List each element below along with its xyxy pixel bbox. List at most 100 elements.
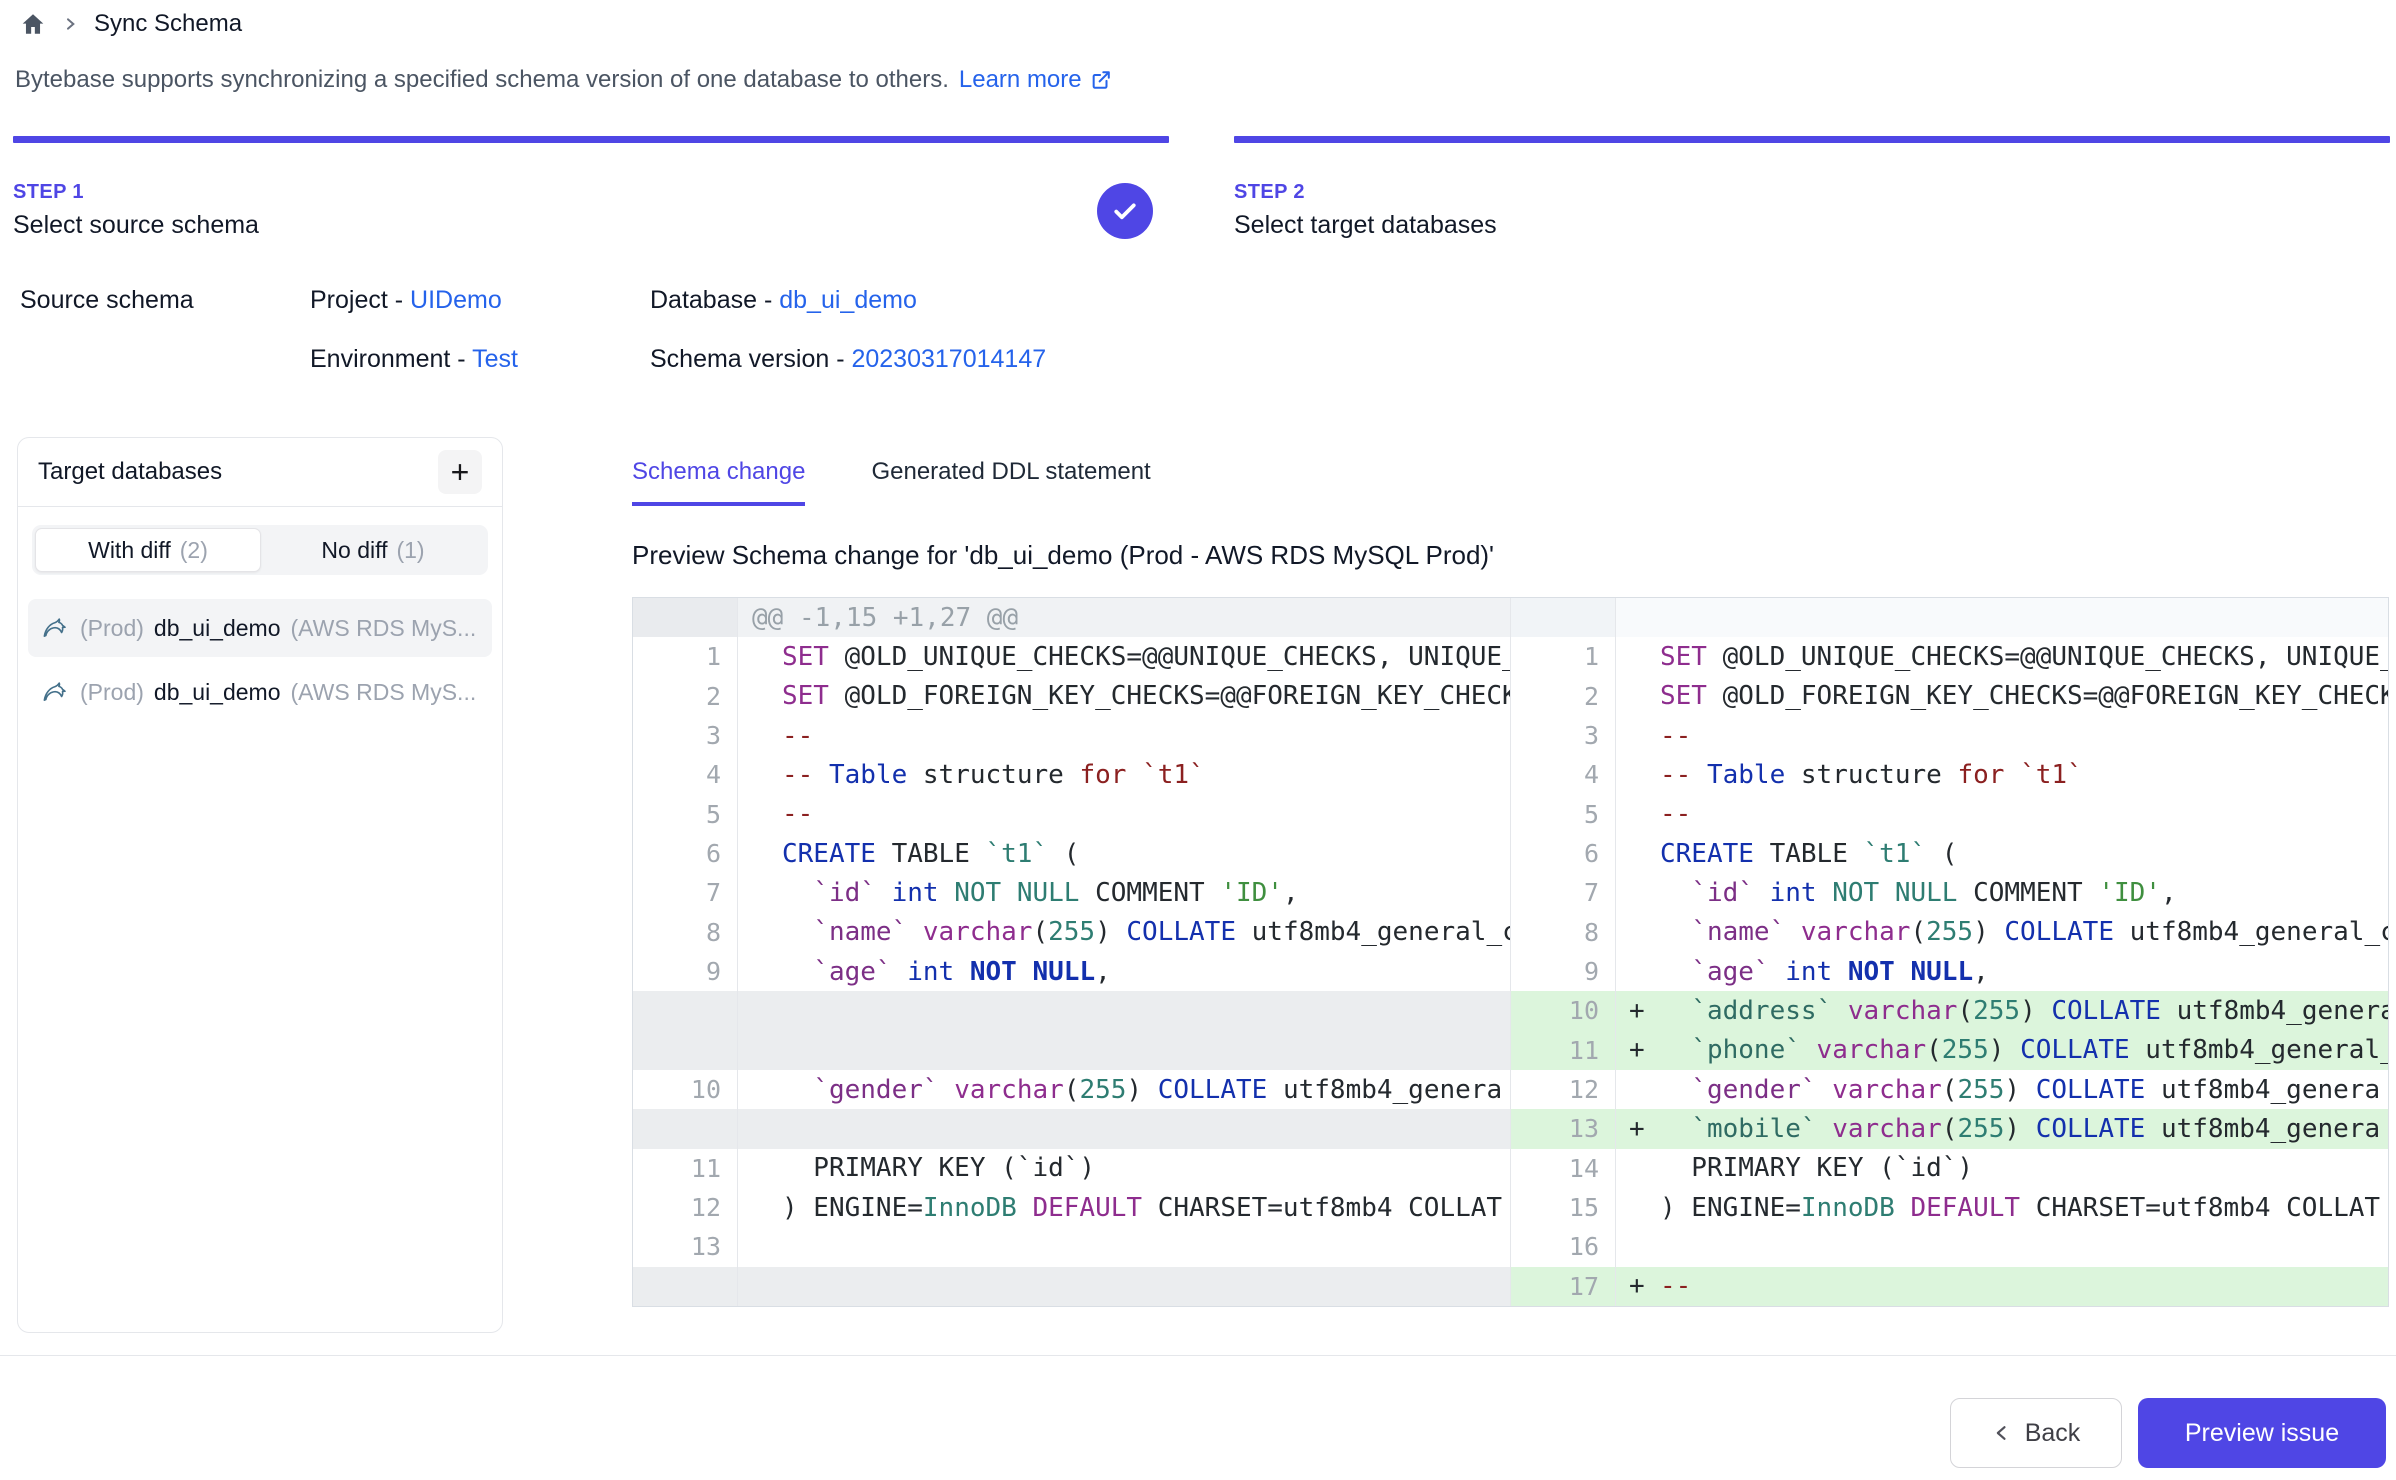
- code-line: [738, 1031, 1510, 1070]
- target-db-item[interactable]: (Prod) db_ui_demo (AWS RDS MyS...: [28, 663, 492, 721]
- intro-description: Bytebase supports synchronizing a specif…: [15, 66, 949, 94]
- code-line: --: [738, 795, 1510, 834]
- preview-issue-button[interactable]: Preview issue: [2138, 1398, 2386, 1468]
- line-number: 3: [1511, 716, 1616, 755]
- db-environment: (Prod): [80, 679, 144, 706]
- diff-right-cell: 4-- Table structure for `t1`: [1511, 755, 2388, 794]
- source-schema-label: Source schema: [20, 286, 310, 315]
- source-schema-summary: Source schema Project - UIDemo Database …: [20, 286, 1046, 374]
- schema-version-link[interactable]: 20230317014147: [851, 345, 1046, 373]
- project-link[interactable]: UIDemo: [410, 286, 502, 314]
- footer-divider: [0, 1355, 2396, 1356]
- intro-text: Bytebase supports synchronizing a specif…: [15, 66, 1112, 94]
- code-line: -- Table structure for `t1`: [738, 755, 1510, 794]
- tab-with-diff[interactable]: With diff(2): [35, 528, 261, 572]
- diff-row: 3--3--: [633, 716, 2388, 755]
- diff-row: 17+--: [633, 1267, 2388, 1306]
- code-line: `name` varchar(255) COLLATE utf8mb4_gene…: [738, 913, 1510, 952]
- step-indicator: STEP 1 Select source schema STEP 2 Selec…: [13, 136, 2390, 240]
- target-db-item[interactable]: (Prod) db_ui_demo (AWS RDS MyS...: [28, 599, 492, 657]
- external-link-icon: [1090, 69, 1112, 91]
- line-number: 14: [1511, 1149, 1616, 1188]
- code-line: --: [1616, 716, 2388, 755]
- learn-more-link[interactable]: Learn more: [959, 66, 1112, 94]
- step-2: STEP 2 Select target databases: [1234, 136, 2390, 240]
- diff-right-cell: 15) ENGINE=InnoDB DEFAULT CHARSET=utf8mb…: [1511, 1188, 2388, 1227]
- environment-link[interactable]: Test: [472, 345, 518, 373]
- code-line: `id` int NOT NULL COMMENT 'ID',: [738, 873, 1510, 912]
- code-line: `age` int NOT NULL,: [738, 952, 1510, 991]
- step-2-progress-bar: [1234, 136, 2390, 143]
- code-line: [1616, 598, 2388, 637]
- database-link[interactable]: db_ui_demo: [779, 286, 917, 314]
- code-line: -- Table structure for `t1`: [1616, 755, 2388, 794]
- line-number: 1: [1511, 637, 1616, 676]
- diff-row: 8 `name` varchar(255) COLLATE utf8mb4_ge…: [633, 913, 2388, 952]
- db-environment: (Prod): [80, 615, 144, 642]
- code-line: `name` varchar(255) COLLATE utf8mb4_gene…: [1616, 913, 2388, 952]
- diff-sign: +: [1616, 1114, 1660, 1144]
- diff-row: 1SET @OLD_UNIQUE_CHECKS=@@UNIQUE_CHECKS,…: [633, 637, 2388, 676]
- diff-right-cell: 17+--: [1511, 1267, 2388, 1306]
- add-target-database-button[interactable]: +: [438, 450, 482, 494]
- diff-left-cell: @@ -1,15 +1,27 @@: [633, 598, 1511, 637]
- line-number: 9: [1511, 952, 1616, 991]
- diff-right-cell: 6CREATE TABLE `t1` (: [1511, 834, 2388, 873]
- line-number: 7: [633, 873, 738, 912]
- breadcrumb: Sync Schema: [20, 10, 242, 38]
- diff-sign: +: [1616, 996, 1660, 1026]
- diff-right-cell: 16: [1511, 1227, 2388, 1266]
- code-line: + `mobile` varchar(255) COLLATE utf8mb4_…: [1616, 1109, 2388, 1148]
- diff-left-cell: 10 `gender` varchar(255) COLLATE utf8mb4…: [633, 1070, 1511, 1109]
- code-line: CREATE TABLE `t1` (: [1616, 834, 2388, 873]
- tab-schema-change[interactable]: Schema change: [632, 458, 805, 506]
- line-number: 7: [1511, 873, 1616, 912]
- line-number: [633, 1267, 738, 1306]
- step-1-progress-bar: [13, 136, 1169, 143]
- line-number: 12: [633, 1188, 738, 1227]
- line-number: 15: [1511, 1188, 1616, 1227]
- diff-row: 4-- Table structure for `t1`4-- Table st…: [633, 755, 2388, 794]
- line-number: [1511, 598, 1616, 637]
- schema-version-field: Schema version - 20230317014147: [650, 345, 1046, 374]
- diff-sign: +: [1616, 1271, 1660, 1301]
- code-line: [738, 1267, 1510, 1306]
- diff-row: 11+ `phone` varchar(255) COLLATE utf8mb4…: [633, 1031, 2388, 1070]
- diff-left-cell: 6CREATE TABLE `t1` (: [633, 834, 1511, 873]
- tab-no-diff[interactable]: No diff(1): [261, 528, 485, 572]
- diff-left-cell: 4-- Table structure for `t1`: [633, 755, 1511, 794]
- preview-tabs: Schema change Generated DDL statement: [632, 458, 2389, 506]
- diff-row: 5--5--: [633, 795, 2388, 834]
- diff-sign: +: [1616, 1035, 1660, 1065]
- diff-row: 7 `id` int NOT NULL COMMENT 'ID',7 `id` …: [633, 873, 2388, 912]
- line-number: 17: [1511, 1267, 1616, 1306]
- schema-diff-view[interactable]: @@ -1,15 +1,27 @@1SET @OLD_UNIQUE_CHECKS…: [632, 597, 2389, 1307]
- diff-left-cell: 9 `age` int NOT NULL,: [633, 952, 1511, 991]
- check-icon: [1110, 196, 1140, 226]
- target-databases-panel: Target databases + With diff(2) No diff(…: [17, 437, 503, 1333]
- preview-title: Preview Schema change for 'db_ui_demo (P…: [632, 540, 2389, 571]
- diff-row: 2SET @OLD_FOREIGN_KEY_CHECKS=@@FOREIGN_K…: [633, 677, 2388, 716]
- code-line: `gender` varchar(255) COLLATE utf8mb4_ge…: [1616, 1070, 2388, 1109]
- code-line: [738, 1227, 1510, 1266]
- code-line: ) ENGINE=InnoDB DEFAULT CHARSET=utf8mb4 …: [738, 1188, 1510, 1227]
- diff-right-cell: 2SET @OLD_FOREIGN_KEY_CHECKS=@@FOREIGN_K…: [1511, 677, 2388, 716]
- tab-generated-ddl[interactable]: Generated DDL statement: [871, 458, 1150, 506]
- home-icon[interactable]: [20, 11, 46, 37]
- line-number: [633, 1109, 738, 1148]
- code-line: CREATE TABLE `t1` (: [738, 834, 1510, 873]
- line-number: 9: [633, 952, 738, 991]
- diff-left-cell: 5--: [633, 795, 1511, 834]
- line-number: 11: [1511, 1031, 1616, 1070]
- diff-right-cell: 10+ `address` varchar(255) COLLATE utf8m…: [1511, 991, 2388, 1030]
- line-number: 5: [633, 795, 738, 834]
- line-number: 2: [1511, 677, 1616, 716]
- database-field: Database - db_ui_demo: [650, 286, 1046, 315]
- diff-right-cell: 14 PRIMARY KEY (`id`): [1511, 1149, 2388, 1188]
- schema-preview-section: Schema change Generated DDL statement Pr…: [632, 458, 2389, 1307]
- line-number: 6: [633, 834, 738, 873]
- back-button[interactable]: Back: [1950, 1398, 2122, 1468]
- line-number: [633, 1031, 738, 1070]
- code-line: PRIMARY KEY (`id`): [738, 1149, 1510, 1188]
- target-databases-title: Target databases: [38, 458, 222, 486]
